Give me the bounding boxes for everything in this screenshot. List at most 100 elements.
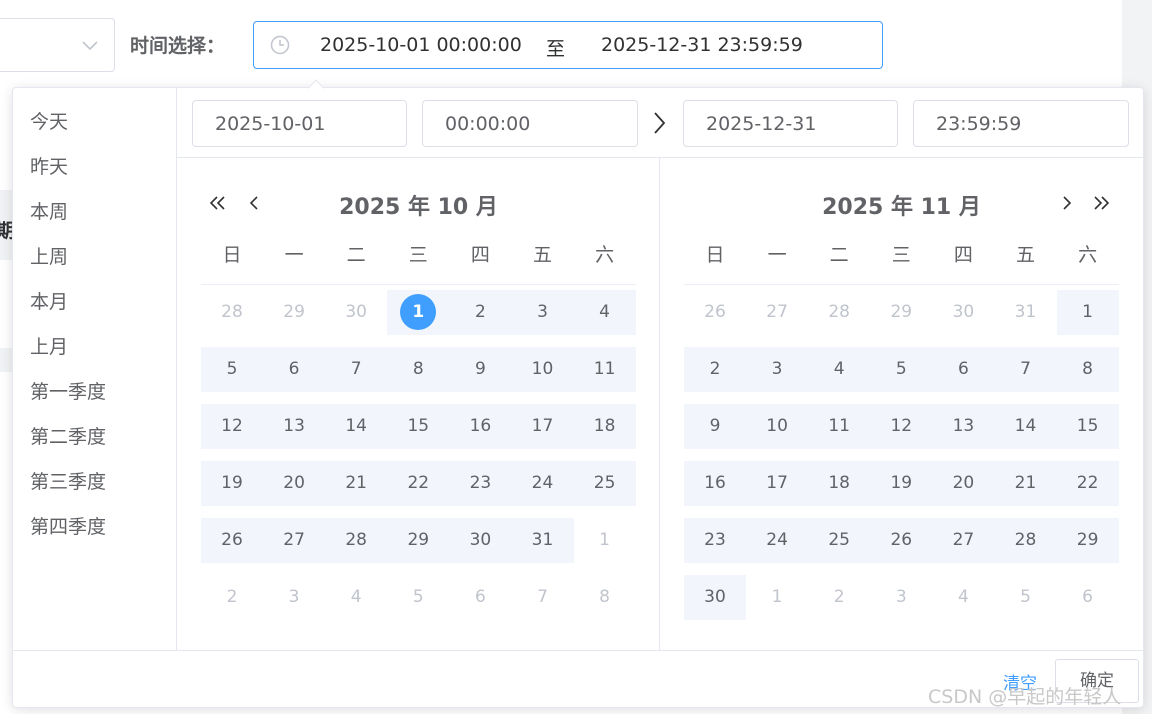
day-cell[interactable]: 12 — [870, 404, 932, 449]
shortcut-item[interactable]: 第四季度 — [30, 512, 106, 539]
day-cell[interactable]: 31 — [512, 518, 574, 563]
day-cell[interactable]: 28 — [325, 518, 387, 563]
day-cell[interactable]: 15 — [1057, 404, 1119, 449]
day-cell[interactable]: 5 — [201, 347, 263, 392]
day-cell[interactable]: 13 — [932, 404, 994, 449]
day-cell[interactable]: 27 — [932, 518, 994, 563]
day-cell[interactable]: 18 — [574, 404, 636, 449]
end-date-input[interactable]: 2025-12-31 — [683, 100, 898, 147]
day-cell[interactable]: 22 — [387, 461, 449, 506]
day-cell[interactable]: 7 — [995, 347, 1057, 392]
day-cell[interactable]: 28 — [995, 518, 1057, 563]
day-cell[interactable]: 10 — [746, 404, 808, 449]
day-cell[interactable]: 29 — [387, 518, 449, 563]
day-cell[interactable]: 26 — [201, 518, 263, 563]
next-month-icon[interactable] — [1056, 192, 1078, 214]
day-cell[interactable]: 24 — [746, 518, 808, 563]
shortcut-item[interactable]: 上周 — [30, 242, 68, 269]
day-cell[interactable]: 6 — [263, 347, 325, 392]
day-cell[interactable]: 5 — [387, 575, 449, 620]
day-cell[interactable]: 1 — [574, 518, 636, 563]
day-cell[interactable]: 6 — [449, 575, 511, 620]
shortcut-item[interactable]: 本月 — [30, 287, 68, 314]
day-cell[interactable]: 16 — [449, 404, 511, 449]
day-cell[interactable]: 4 — [808, 347, 870, 392]
day-cell[interactable]: 25 — [574, 461, 636, 506]
next-year-icon[interactable] — [1090, 192, 1112, 214]
range-end-input[interactable]: 2025-12-31 23:59:59 — [601, 34, 803, 56]
day-cell[interactable]: 30 — [684, 575, 746, 620]
day-cell[interactable]: 7 — [325, 347, 387, 392]
end-time-input[interactable]: 23:59:59 — [913, 100, 1129, 147]
day-cell[interactable]: 30 — [932, 290, 994, 335]
day-cell[interactable]: 29 — [263, 290, 325, 335]
day-cell[interactable]: 29 — [1057, 518, 1119, 563]
shortcut-item[interactable]: 第三季度 — [30, 467, 106, 494]
day-cell[interactable]: 6 — [932, 347, 994, 392]
day-cell[interactable]: 1 — [746, 575, 808, 620]
day-cell[interactable]: 23 — [684, 518, 746, 563]
day-cell[interactable]: 15 — [387, 404, 449, 449]
day-cell[interactable]: 26 — [684, 290, 746, 335]
day-cell[interactable]: 3 — [263, 575, 325, 620]
day-cell[interactable]: 8 — [574, 575, 636, 620]
shortcut-item[interactable]: 上月 — [30, 332, 68, 359]
day-cell[interactable]: 30 — [449, 518, 511, 563]
day-cell[interactable]: 21 — [325, 461, 387, 506]
day-cell[interactable]: 7 — [512, 575, 574, 620]
day-cell[interactable]: 3 — [746, 347, 808, 392]
day-cell[interactable]: 4 — [574, 290, 636, 335]
day-cell[interactable]: 13 — [263, 404, 325, 449]
day-cell[interactable]: 25 — [808, 518, 870, 563]
day-cell[interactable]: 21 — [995, 461, 1057, 506]
day-cell[interactable]: 18 — [808, 461, 870, 506]
day-cell[interactable]: 6 — [1057, 575, 1119, 620]
day-cell[interactable]: 1 — [1057, 290, 1119, 335]
day-cell[interactable]: 4 — [932, 575, 994, 620]
day-cell[interactable]: 17 — [746, 461, 808, 506]
day-cell[interactable]: 16 — [684, 461, 746, 506]
day-cell[interactable]: 2 — [201, 575, 263, 620]
date-range-input[interactable]: 2025-10-01 00:00:00 至 2025-12-31 23:59:5… — [253, 21, 883, 69]
filter-select[interactable] — [0, 18, 115, 72]
day-cell[interactable]: 19 — [870, 461, 932, 506]
day-cell[interactable]: 14 — [325, 404, 387, 449]
day-cell[interactable]: 17 — [512, 404, 574, 449]
shortcut-item[interactable]: 今天 — [30, 107, 68, 134]
shortcut-item[interactable]: 第二季度 — [30, 422, 106, 449]
day-cell[interactable]: 28 — [808, 290, 870, 335]
day-cell[interactable]: 9 — [449, 347, 511, 392]
day-cell[interactable]: 14 — [995, 404, 1057, 449]
day-cell[interactable]: 26 — [870, 518, 932, 563]
day-cell[interactable]: 9 — [684, 404, 746, 449]
shortcut-item[interactable]: 本周 — [30, 197, 68, 224]
day-cell[interactable]: 3 — [512, 290, 574, 335]
day-cell[interactable]: 24 — [512, 461, 574, 506]
day-cell[interactable]: 22 — [1057, 461, 1119, 506]
day-cell-selected[interactable]: 1 — [387, 290, 449, 335]
day-cell[interactable]: 27 — [746, 290, 808, 335]
day-cell[interactable]: 28 — [201, 290, 263, 335]
shortcut-item[interactable]: 昨天 — [30, 152, 68, 179]
day-cell[interactable]: 27 — [263, 518, 325, 563]
day-cell[interactable]: 4 — [325, 575, 387, 620]
day-cell[interactable]: 20 — [932, 461, 994, 506]
start-date-input[interactable]: 2025-10-01 — [192, 100, 407, 147]
day-cell[interactable]: 23 — [449, 461, 511, 506]
start-time-input[interactable]: 00:00:00 — [422, 100, 638, 147]
day-cell[interactable]: 5 — [995, 575, 1057, 620]
day-cell[interactable]: 30 — [325, 290, 387, 335]
day-cell[interactable]: 11 — [808, 404, 870, 449]
day-cell[interactable]: 5 — [870, 347, 932, 392]
day-cell[interactable]: 20 — [263, 461, 325, 506]
day-cell[interactable]: 10 — [512, 347, 574, 392]
shortcut-item[interactable]: 第一季度 — [30, 377, 106, 404]
day-cell[interactable]: 11 — [574, 347, 636, 392]
day-cell[interactable]: 2 — [449, 290, 511, 335]
day-cell[interactable]: 31 — [995, 290, 1057, 335]
day-cell[interactable]: 3 — [870, 575, 932, 620]
day-cell[interactable]: 2 — [684, 347, 746, 392]
day-cell[interactable]: 12 — [201, 404, 263, 449]
day-cell[interactable]: 8 — [1057, 347, 1119, 392]
day-cell[interactable]: 8 — [387, 347, 449, 392]
